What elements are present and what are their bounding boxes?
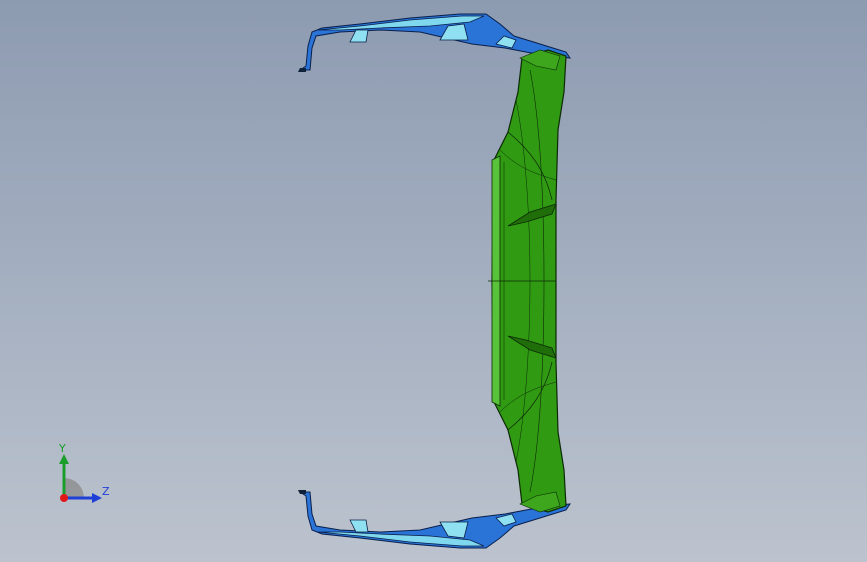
view-orientation-triad[interactable]: Y Z xyxy=(48,440,118,510)
z-axis-arrow-icon xyxy=(92,493,102,503)
bumper-fascia[interactable] xyxy=(488,49,567,513)
3d-model[interactable] xyxy=(0,0,867,562)
y-axis-label: Y xyxy=(59,442,66,455)
x-axis-dot-icon xyxy=(60,494,68,502)
graphics-viewport[interactable]: Y Z xyxy=(0,0,867,562)
y-axis-arrow-icon xyxy=(59,454,69,464)
z-axis-label: Z xyxy=(102,485,110,498)
triad-plane xyxy=(64,478,84,498)
